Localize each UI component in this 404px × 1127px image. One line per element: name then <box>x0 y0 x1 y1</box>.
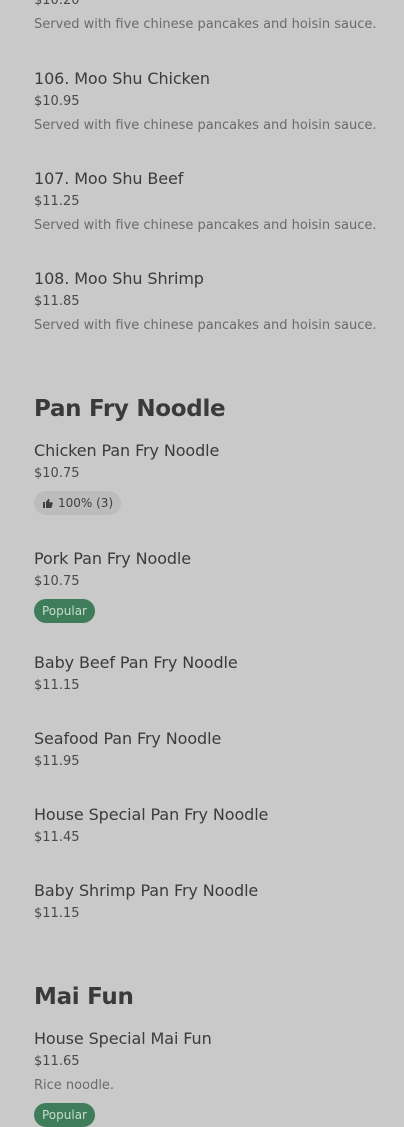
menu-item-moo-shu-shrimp[interactable]: 108. Moo Shu Shrimp $11.85 Served with f… <box>34 269 384 335</box>
section-title-mai-fun: Mai Fun <box>34 984 134 1010</box>
item-name: 106. Moo Shu Chicken <box>34 69 210 88</box>
item-name: 107. Moo Shu Beef <box>34 169 184 188</box>
item-name: Baby Shrimp Pan Fry Noodle <box>34 881 259 900</box>
menu-item-chicken-pan-fry-noodle[interactable]: Chicken Pan Fry Noodle $10.75 100% (3) <box>34 441 384 515</box>
menu-item-partial[interactable]: $10.20 Served with five chinese pancakes… <box>34 0 384 34</box>
menu-item-house-special-mai-fun[interactable]: House Special Mai Fun $11.65 Rice noodle… <box>34 1029 384 1127</box>
item-price: $11.25 <box>34 194 80 209</box>
item-name: Chicken Pan Fry Noodle <box>34 441 220 460</box>
thumbs-up-icon <box>43 498 53 508</box>
menu-item-pork-pan-fry-noodle[interactable]: Pork Pan Fry Noodle $10.75 Popular <box>34 549 384 623</box>
item-name: Seafood Pan Fry Noodle <box>34 729 222 748</box>
item-description: Served with five chinese pancakes and ho… <box>34 17 377 32</box>
menu-item-baby-beef-pan-fry-noodle[interactable]: Baby Beef Pan Fry Noodle $11.15 <box>34 653 384 695</box>
item-description: Served with five chinese pancakes and ho… <box>34 118 377 133</box>
item-name: House Special Mai Fun <box>34 1029 212 1048</box>
item-price: $11.85 <box>34 294 80 309</box>
rating-text: 100% (3) <box>58 496 114 510</box>
menu-item-moo-shu-beef[interactable]: 107. Moo Shu Beef $11.25 Served with fiv… <box>34 169 384 235</box>
item-name: Baby Beef Pan Fry Noodle <box>34 653 238 672</box>
item-price: $10.20 <box>34 0 80 8</box>
item-price: $11.15 <box>34 906 80 921</box>
menu-item-seafood-pan-fry-noodle[interactable]: Seafood Pan Fry Noodle $11.95 <box>34 729 384 771</box>
item-price: $11.65 <box>34 1054 80 1069</box>
item-description: Rice noodle. <box>34 1078 115 1093</box>
item-price: $10.75 <box>34 574 80 589</box>
menu-item-baby-shrimp-pan-fry-noodle[interactable]: Baby Shrimp Pan Fry Noodle $11.15 <box>34 881 384 923</box>
item-price: $11.45 <box>34 830 80 845</box>
item-price: $10.95 <box>34 94 80 109</box>
popular-badge: Popular <box>34 599 95 623</box>
item-price: $11.15 <box>34 678 80 693</box>
rating-chip: 100% (3) <box>34 491 122 515</box>
menu-item-house-special-pan-fry-noodle[interactable]: House Special Pan Fry Noodle $11.45 <box>34 805 384 847</box>
item-name: Pork Pan Fry Noodle <box>34 549 192 568</box>
item-price: $11.95 <box>34 754 80 769</box>
menu-item-moo-shu-chicken[interactable]: 106. Moo Shu Chicken $10.95 Served with … <box>34 69 384 135</box>
item-description: Served with five chinese pancakes and ho… <box>34 318 377 333</box>
item-description: Served with five chinese pancakes and ho… <box>34 218 377 233</box>
item-price: $10.75 <box>34 466 80 481</box>
item-name: 108. Moo Shu Shrimp <box>34 269 204 288</box>
item-name: House Special Pan Fry Noodle <box>34 805 269 824</box>
popular-badge: Popular <box>34 1103 95 1127</box>
section-title-pan-fry-noodle: Pan Fry Noodle <box>34 396 226 422</box>
